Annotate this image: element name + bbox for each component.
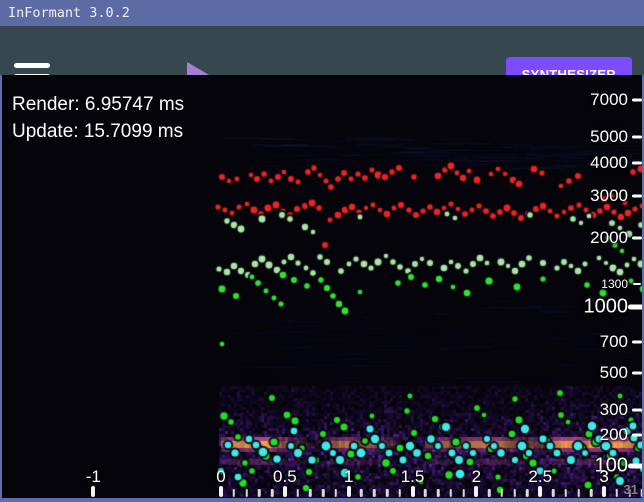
- window-border-left: [0, 75, 2, 502]
- window-border-bottom: [0, 498, 644, 502]
- corner-label: 31: [624, 482, 638, 497]
- toolbar: SYNTHESIZER: [0, 26, 644, 75]
- app-window: InFormant 3.0.2 SYNTHESIZER Render: 6.95…: [0, 0, 644, 502]
- hamburger-icon-bar: [14, 63, 50, 68]
- window-titlebar[interactable]: InFormant 3.0.2: [0, 0, 644, 26]
- window-title: InFormant 3.0.2: [8, 5, 130, 21]
- analysis-view: Render: 6.95747 ms Update: 15.7099 ms 70…: [0, 75, 644, 502]
- render-time: Render: 6.95747 ms: [12, 91, 184, 118]
- update-time: Update: 15.7099 ms: [12, 118, 184, 145]
- performance-stats: Render: 6.95747 ms Update: 15.7099 ms: [12, 91, 184, 145]
